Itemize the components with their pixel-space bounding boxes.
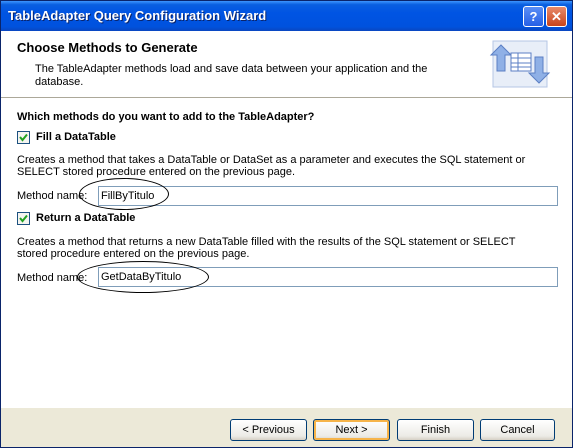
close-button[interactable]: ✕ bbox=[546, 6, 567, 27]
page-title: Choose Methods to Generate bbox=[17, 40, 198, 55]
wizard-content: Which methods do you want to add to the … bbox=[1, 98, 572, 408]
cancel-button[interactable]: Cancel bbox=[480, 419, 555, 441]
wizard-window: TableAdapter Query Configuration Wizard … bbox=[0, 0, 573, 448]
return-datatable-label[interactable]: Return a DataTable bbox=[36, 212, 135, 224]
fill-datatable-label[interactable]: Fill a DataTable bbox=[36, 131, 116, 143]
title-bar[interactable]: TableAdapter Query Configuration Wizard … bbox=[1, 1, 572, 31]
check-icon bbox=[19, 214, 28, 223]
finish-button[interactable]: Finish bbox=[397, 419, 474, 441]
help-button[interactable]: ? bbox=[523, 6, 544, 27]
check-icon bbox=[19, 133, 28, 142]
fill-method-name-label: Method name: bbox=[17, 190, 88, 202]
window-title: TableAdapter Query Configuration Wizard bbox=[8, 8, 267, 23]
wizard-header: Choose Methods to Generate The TableAdap… bbox=[1, 31, 572, 98]
fill-datatable-description: Creates a method that takes a DataTable … bbox=[17, 154, 526, 178]
return-method-name-input[interactable] bbox=[98, 267, 558, 287]
fill-datatable-checkbox[interactable] bbox=[17, 131, 30, 144]
methods-question: Which methods do you want to add to the … bbox=[17, 111, 315, 123]
return-datatable-checkbox[interactable] bbox=[17, 212, 30, 225]
next-button[interactable]: Next > bbox=[313, 419, 390, 441]
previous-button[interactable]: < Previous bbox=[230, 419, 307, 441]
return-datatable-description: Creates a method that returns a new Data… bbox=[17, 236, 516, 260]
wizard-footer: < Previous Next > Finish Cancel bbox=[1, 408, 572, 447]
fill-method-name-input[interactable] bbox=[98, 186, 558, 206]
return-method-name-label: Method name: bbox=[17, 272, 88, 284]
table-adapter-icon bbox=[489, 40, 551, 88]
page-description: The TableAdapter methods load and save d… bbox=[35, 63, 428, 88]
